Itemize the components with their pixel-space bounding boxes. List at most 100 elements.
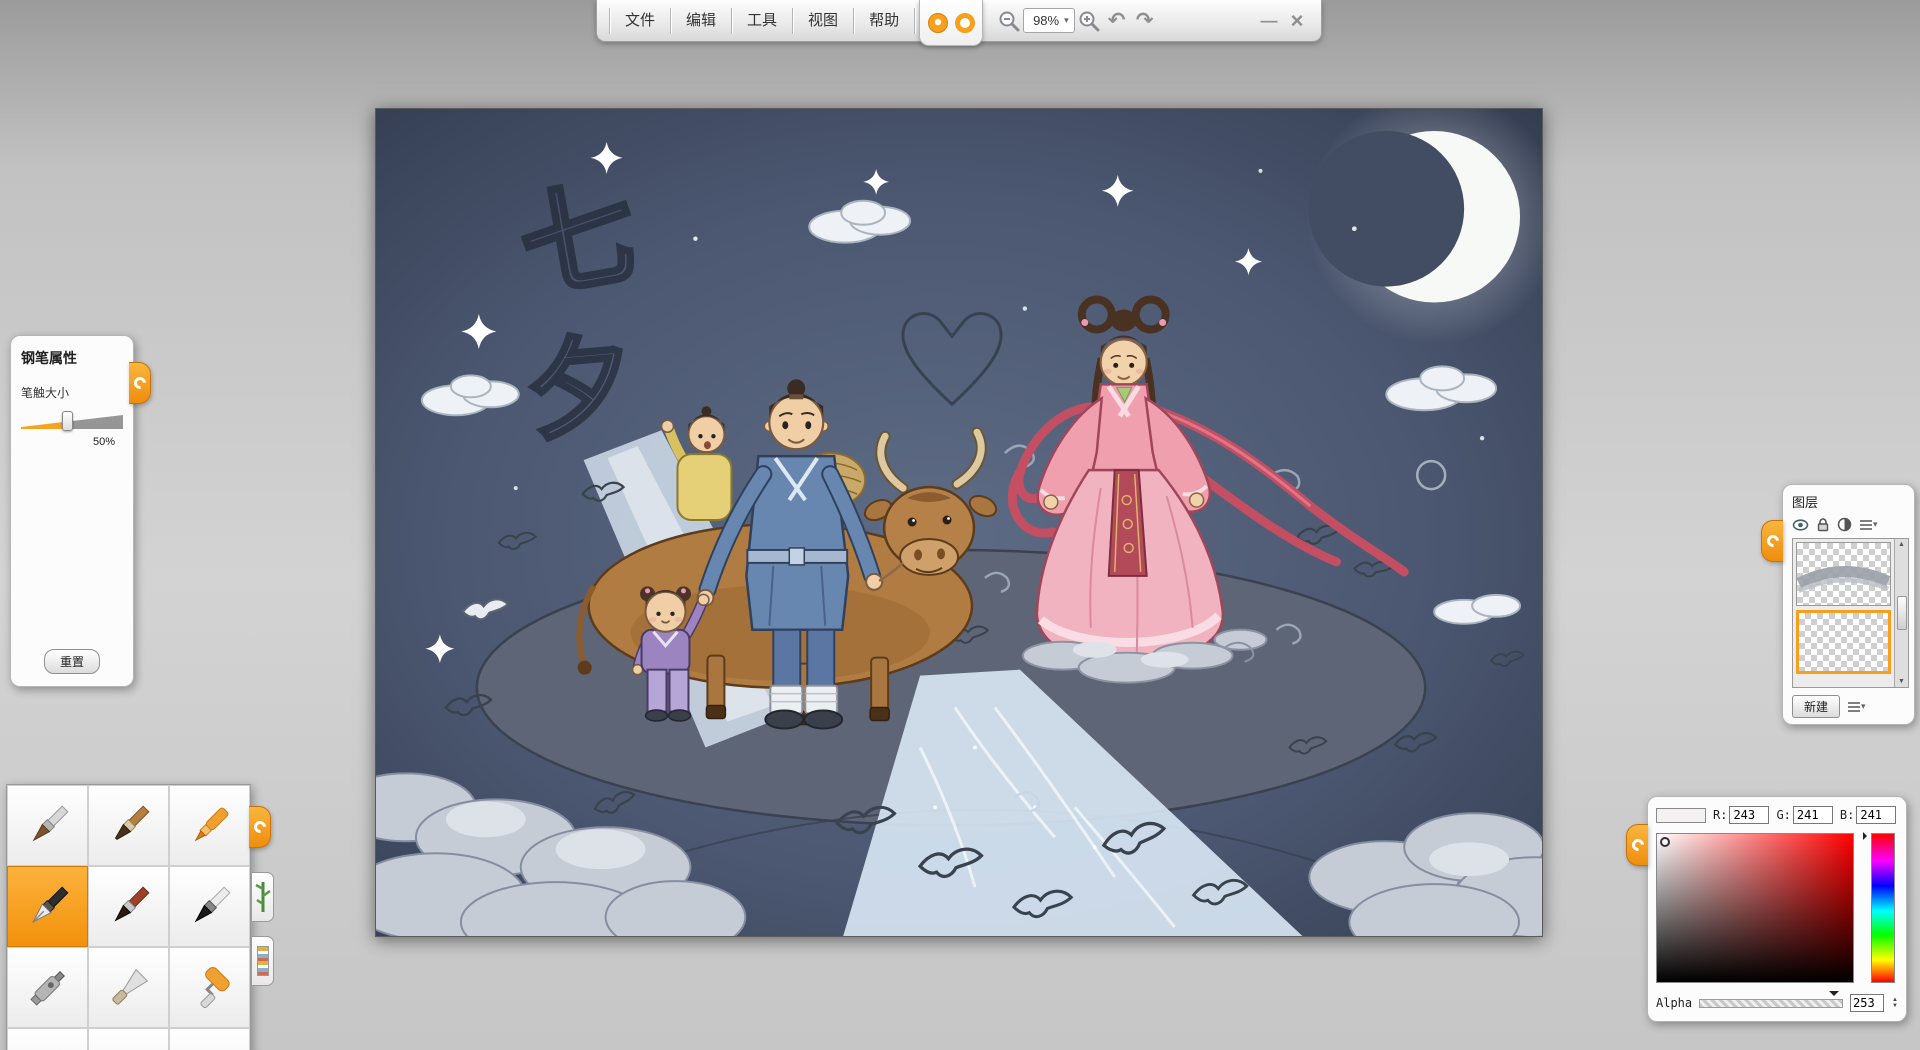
zoom-level-select[interactable]: 98% ▾	[1023, 8, 1075, 33]
ink-brush-icon	[194, 885, 231, 922]
close-button[interactable]: ×	[1283, 7, 1311, 35]
blue-input[interactable]	[1856, 806, 1897, 824]
sketch-char-2: 夕	[521, 322, 639, 456]
zoom-out-button[interactable]	[995, 7, 1023, 35]
brush-tool-ink-brush[interactable]	[169, 866, 250, 947]
brush-tool-pen-selected[interactable]	[7, 866, 88, 947]
layer-menu-button[interactable]: ▾	[1859, 519, 1878, 531]
eye-icon	[1792, 518, 1809, 531]
layer-options-button[interactable]: ▾	[1847, 701, 1866, 713]
toolbar-separator	[609, 7, 610, 34]
brush-tool-quill[interactable]	[88, 1028, 169, 1050]
stepper-down-icon[interactable]: ▼	[1892, 1003, 1898, 1009]
brush-panel-handle[interactable]	[249, 806, 271, 848]
color-panel-handle[interactable]	[1626, 824, 1648, 866]
marker-icon	[194, 807, 228, 841]
palette-knife-icon	[111, 968, 148, 1005]
list-icon	[1848, 701, 1861, 712]
red-input[interactable]	[1729, 806, 1770, 824]
brush-size-value: 50%	[92, 436, 115, 448]
quill-icon	[103, 1043, 155, 1050]
pen-panel-handle[interactable]	[129, 362, 151, 404]
menu-help[interactable]: 帮助	[856, 1, 912, 41]
brush-tool-round-brush[interactable]	[88, 866, 169, 947]
brush-tool-paint-tube[interactable]	[7, 1028, 88, 1050]
menu-edit[interactable]: 编辑	[673, 1, 729, 41]
blue-label: B:	[1839, 808, 1855, 822]
toolbar-separator	[914, 7, 916, 34]
flat-brush-icon	[114, 804, 150, 840]
opencanvas-logo-icon	[131, 374, 148, 392]
brush-tool-palette-knife[interactable]	[88, 947, 169, 1028]
app-logo-icon	[954, 12, 975, 33]
hue-marker[interactable]	[1863, 832, 1871, 840]
brush-size-label: 笔触大小	[21, 386, 70, 400]
magnifier-minus-icon	[999, 11, 1020, 31]
alpha-slider-marker[interactable]	[1829, 990, 1840, 1001]
pen-nib-icon	[31, 885, 69, 923]
desktop: 七 夕 文件 编辑 工具 视图 帮助 98% ▾ ↶ ↷ — × 钢笔属性 笔触…	[0, 0, 1920, 1050]
scroll-up-icon[interactable]: ▲	[1898, 541, 1905, 548]
undo-button[interactable]: ↶	[1103, 7, 1131, 35]
alpha-stepper[interactable]: ▲ ▼	[1892, 997, 1898, 1009]
minimize-button[interactable]: —	[1255, 7, 1283, 35]
alpha-slider[interactable]	[1699, 990, 1844, 1008]
menu-view[interactable]: 视图	[795, 1, 851, 41]
color-cursor[interactable]	[1660, 837, 1670, 847]
menu-tools[interactable]: 工具	[734, 1, 790, 41]
redo-button[interactable]: ↷	[1131, 7, 1159, 35]
close-icon: ×	[1290, 7, 1304, 33]
brush-tool-pointed-brush[interactable]	[7, 785, 88, 866]
opencanvas-logo-icon	[251, 818, 268, 836]
layers-panel-handle[interactable]	[1761, 520, 1783, 562]
layer-blend-button[interactable]	[1837, 517, 1852, 532]
toolbar-separator	[853, 7, 855, 34]
pointed-brush-icon	[32, 804, 69, 841]
layer-lock-button[interactable]	[1816, 517, 1830, 532]
saturation-value-square[interactable]	[1656, 833, 1854, 983]
brush-size-slider[interactable]	[21, 411, 123, 431]
hue-bar[interactable]	[1863, 832, 1895, 983]
brush-tool-paint-roller[interactable]	[169, 947, 250, 1028]
pen-panel-title: 钢笔属性	[21, 350, 77, 366]
undo-icon: ↶	[1107, 9, 1126, 32]
brush-tool-panel	[6, 784, 251, 1050]
menu-file[interactable]: 文件	[612, 1, 668, 41]
zoom-in-button[interactable]	[1075, 7, 1103, 35]
app-logo-icon	[927, 12, 948, 33]
special-brush-bamboo-button[interactable]	[251, 872, 274, 922]
layer-item-sketch[interactable]	[1796, 542, 1891, 606]
green-label: G:	[1776, 808, 1791, 822]
alpha-label: Alpha	[1656, 996, 1693, 1010]
reset-button[interactable]: 重置	[43, 649, 101, 674]
minimize-icon: —	[1260, 10, 1278, 30]
brush-tool-marker[interactable]	[169, 785, 250, 866]
alpha-input[interactable]	[1850, 994, 1885, 1012]
list-icon	[1860, 519, 1872, 530]
layers-panel-title: 图层	[1792, 495, 1819, 510]
airbrush-icon	[29, 970, 65, 1006]
opencanvas-logo-icon	[1764, 532, 1781, 550]
green-input[interactable]	[1792, 806, 1833, 824]
texture-stripes-icon	[256, 946, 269, 976]
drawing-canvas[interactable]: 七 夕	[375, 108, 1543, 937]
new-layer-button[interactable]: 新建	[1792, 695, 1841, 718]
layers-scrollbar[interactable]: ▲ ▼	[1894, 539, 1908, 687]
brush-tool-eraser[interactable]	[169, 1028, 250, 1050]
red-label: R:	[1713, 808, 1728, 822]
slider-thumb[interactable]	[62, 411, 73, 431]
layer-visibility-button[interactable]	[1792, 518, 1809, 532]
contrast-circle-icon	[1837, 517, 1852, 532]
redo-icon: ↷	[1135, 9, 1154, 32]
brush-tool-flat-brush[interactable]	[88, 785, 169, 866]
layer-item-current-selected[interactable]	[1796, 610, 1891, 674]
app-logo-tab[interactable]	[919, 0, 983, 46]
bamboo-icon	[254, 882, 271, 912]
brush-tool-airbrush[interactable]	[7, 947, 88, 1028]
scrollbar-thumb[interactable]	[1896, 596, 1907, 630]
zoom-level-value: 98%	[1033, 13, 1060, 28]
scroll-down-icon[interactable]: ▼	[1898, 678, 1905, 685]
current-color-swatch	[1656, 807, 1706, 823]
special-brush-texture-button[interactable]	[251, 936, 274, 986]
toolbar-separator	[670, 7, 672, 34]
